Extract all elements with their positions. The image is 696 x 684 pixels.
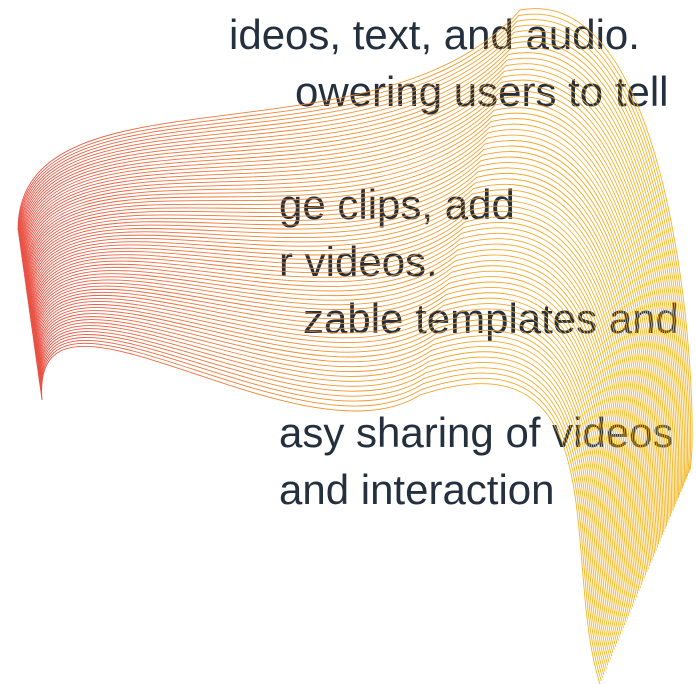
text-line-2: owering users to tell	[295, 68, 669, 115]
text-line-3: ge clips, add	[279, 181, 515, 228]
text-line-4: r videos.	[279, 238, 438, 285]
slide-canvas: ideos, text, and audio. owering users to…	[0, 0, 696, 684]
text-line-6: asy sharing of videos	[279, 409, 674, 456]
slide-body-text: ideos, text, and audio. owering users to…	[0, 0, 696, 684]
text-line-5: zable templates and	[303, 295, 679, 342]
text-line-7: and interaction	[279, 466, 555, 513]
text-line-1: ideos, text, and audio.	[229, 11, 640, 58]
